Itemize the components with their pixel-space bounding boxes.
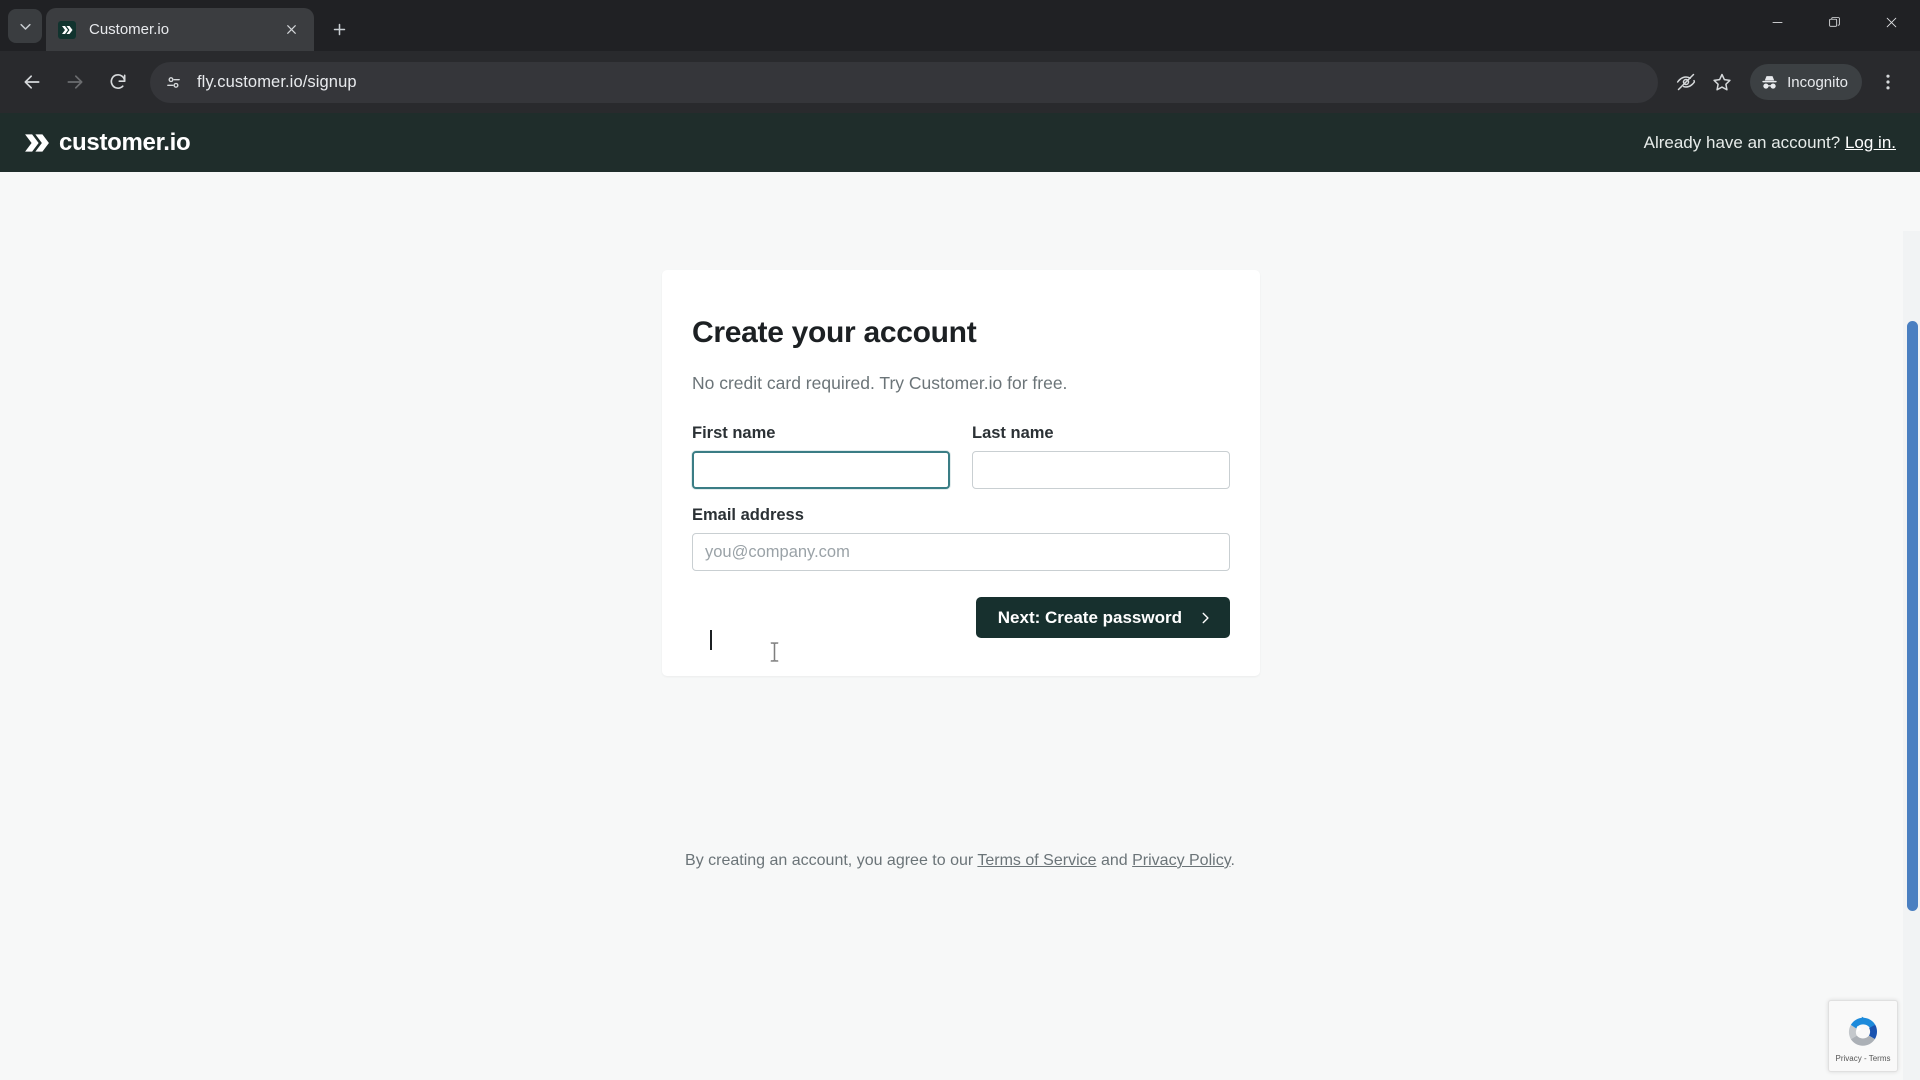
login-link[interactable]: Log in. bbox=[1845, 133, 1896, 152]
legal-middle: and bbox=[1096, 852, 1133, 869]
url-text: fly.customer.io/signup bbox=[197, 72, 357, 91]
email-field-group: Email address bbox=[692, 506, 1230, 571]
arrow-back-icon bbox=[24, 75, 40, 89]
recaptcha-badge[interactable]: Privacy - Terms bbox=[1828, 1000, 1898, 1072]
submit-row: Next: Create password bbox=[692, 597, 1230, 638]
tab-strip: Customer.io bbox=[0, 0, 1920, 51]
last-name-field-group: Last name bbox=[972, 424, 1230, 489]
header-account-prompt: Already have an account? Log in. bbox=[1644, 133, 1896, 153]
reload-icon bbox=[110, 74, 126, 89]
mouse-ibeam-cursor bbox=[770, 642, 779, 662]
privacy-policy-link[interactable]: Privacy Policy bbox=[1132, 852, 1230, 869]
tab-close-button[interactable] bbox=[280, 19, 302, 41]
chevron-down-icon bbox=[19, 23, 31, 30]
incognito-spy-icon bbox=[1762, 75, 1777, 89]
last-name-label: Last name bbox=[972, 424, 1054, 442]
legal-prefix: By creating an account, you agree to our bbox=[685, 852, 978, 869]
minimize-button[interactable] bbox=[1749, 0, 1806, 45]
legal-disclaimer: By creating an account, you agree to our… bbox=[0, 852, 1920, 870]
back-button[interactable] bbox=[14, 64, 50, 100]
customerio-chevrons-icon bbox=[62, 25, 73, 34]
recaptcha-text: Privacy - Terms bbox=[1835, 1054, 1891, 1063]
email-field-row: Email address bbox=[692, 506, 1230, 571]
page-viewport: customer.io Already have an account? Log… bbox=[0, 113, 1920, 1080]
three-dot-menu-icon bbox=[1886, 74, 1890, 90]
legal-suffix: . bbox=[1230, 852, 1235, 869]
terms-of-service-link[interactable]: Terms of Service bbox=[977, 852, 1096, 869]
star-outline-icon bbox=[1713, 73, 1731, 91]
page-body: Create your account No credit card requi… bbox=[0, 172, 1920, 1080]
bookmark-button[interactable] bbox=[1704, 64, 1740, 100]
site-info-button[interactable] bbox=[158, 67, 188, 97]
window-controls bbox=[1749, 0, 1920, 45]
arrow-forward-icon bbox=[67, 75, 83, 89]
reload-button[interactable] bbox=[100, 64, 136, 100]
forward-button[interactable] bbox=[57, 64, 93, 100]
toolbar-actions: Incognito bbox=[1668, 64, 1906, 100]
browser-window: Customer.io fly.customer.io/signup Incog… bbox=[0, 0, 1920, 1080]
eye-off-icon bbox=[1677, 73, 1696, 91]
browser-menu-button[interactable] bbox=[1870, 64, 1906, 100]
tab-title: Customer.io bbox=[89, 21, 170, 38]
text-caret bbox=[710, 630, 712, 650]
logo-text: customer.io bbox=[59, 128, 191, 156]
next-button-label: Next: Create password bbox=[997, 607, 1182, 627]
plus-icon bbox=[333, 23, 345, 35]
page-scrollbar-thumb[interactable] bbox=[1907, 321, 1918, 911]
page-scrollbar-track[interactable] bbox=[1903, 231, 1920, 1080]
customerio-chevrons-icon bbox=[25, 133, 49, 152]
first-name-label: First name bbox=[692, 424, 776, 442]
browser-toolbar: fly.customer.io/signup Incognito bbox=[0, 51, 1920, 113]
address-bar[interactable]: fly.customer.io/signup bbox=[150, 61, 1659, 103]
account-prompt-text: Already have an account? bbox=[1643, 132, 1841, 152]
incognito-indicator[interactable]: Incognito bbox=[1750, 64, 1862, 100]
next-create-password-button[interactable]: Next: Create password bbox=[975, 597, 1230, 638]
maximize-button[interactable] bbox=[1806, 0, 1863, 45]
site-header: customer.io Already have an account? Log… bbox=[0, 113, 1920, 172]
email-label: Email address bbox=[692, 506, 804, 524]
tab-search-button[interactable] bbox=[8, 9, 42, 43]
minimize-icon bbox=[1772, 22, 1783, 23]
tracking-protection-button[interactable] bbox=[1668, 64, 1704, 100]
last-name-input[interactable] bbox=[972, 451, 1230, 489]
page-title: Create your account bbox=[692, 316, 977, 349]
close-icon bbox=[286, 25, 296, 34]
name-field-row: First name Last name bbox=[692, 424, 1230, 489]
browser-tab[interactable]: Customer.io bbox=[46, 8, 314, 51]
page-subtitle: No credit card required. Try Customer.io… bbox=[692, 373, 1068, 393]
site-settings-tune-icon bbox=[166, 76, 180, 88]
site-logo[interactable]: customer.io bbox=[24, 128, 191, 157]
window-close-button[interactable] bbox=[1863, 0, 1920, 45]
new-tab-button[interactable] bbox=[322, 12, 356, 46]
first-name-input[interactable] bbox=[692, 451, 950, 489]
tab-favicon bbox=[58, 20, 76, 39]
email-input[interactable] bbox=[692, 533, 1230, 571]
maximize-restore-icon bbox=[1829, 17, 1840, 27]
incognito-label: Incognito bbox=[1787, 73, 1848, 91]
chevron-right-icon bbox=[1202, 612, 1209, 623]
window-close-icon bbox=[1886, 17, 1897, 28]
first-name-field-group: First name bbox=[692, 424, 950, 489]
signup-card: Create your account No credit card requi… bbox=[662, 270, 1260, 676]
recaptcha-logo-icon bbox=[1848, 1016, 1878, 1046]
